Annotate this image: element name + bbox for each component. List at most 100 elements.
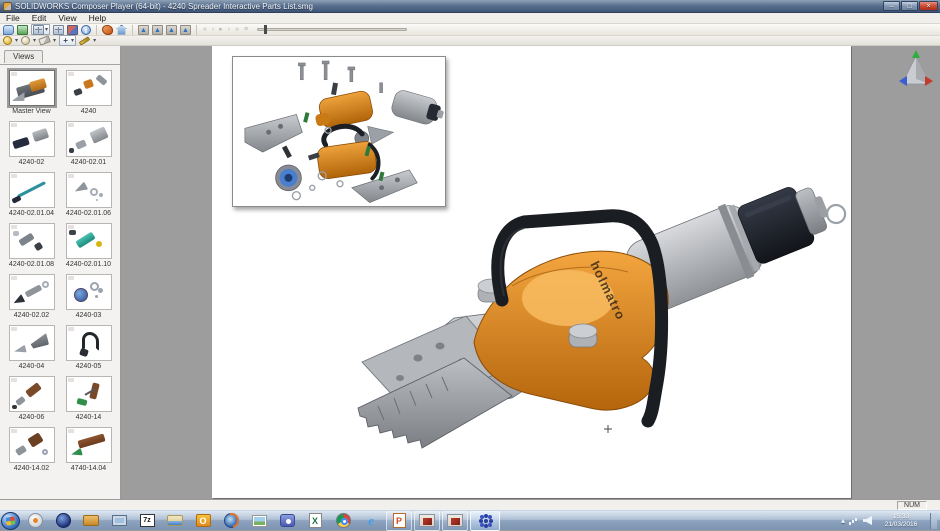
orbit-sphere-icon[interactable] <box>3 36 12 45</box>
eraser-icon[interactable] <box>38 35 51 46</box>
messenger-icon <box>279 514 295 527</box>
publish-icon[interactable] <box>102 24 114 35</box>
tab-views[interactable]: Views <box>4 50 44 63</box>
step-last-icon[interactable]: » <box>234 25 240 35</box>
paste-view-icon[interactable] <box>17 24 28 35</box>
taskbar-excel[interactable]: X <box>302 511 328 531</box>
view-thumb-4240-02-01-04[interactable]: 4240-02.01.04 <box>3 172 60 217</box>
thumbnail-label: 4240-05 <box>75 363 102 370</box>
maximize-button[interactable]: □ <box>901 1 918 11</box>
minimize-button[interactable]: – <box>883 1 900 11</box>
view-thumb-4240-14[interactable]: 4240-14 <box>60 376 117 421</box>
taskbar-media-player[interactable] <box>22 511 48 531</box>
view-thumb-4240-02[interactable]: 4240-02 <box>3 121 60 166</box>
chevron-down-icon[interactable]: ▾ <box>93 36 96 46</box>
chevron-down-icon[interactable]: ▾ <box>15 36 18 46</box>
export-image-3-icon[interactable]: ▲ <box>166 24 178 35</box>
taskbar-web-browser[interactable] <box>50 511 76 531</box>
view-thumb-master-view[interactable]: Master View <box>3 70 60 115</box>
wand-icon[interactable] <box>78 35 91 46</box>
thumbnail-label: 4240-06 <box>18 414 45 421</box>
network-icon[interactable] <box>849 516 859 525</box>
volume-icon[interactable] <box>863 516 872 525</box>
play-icon[interactable]: ▸ <box>218 25 224 35</box>
clock-date: 21/03/2016 <box>884 520 918 528</box>
view-thumb-4240-04[interactable]: 4240-04 <box>3 325 60 370</box>
timeline-handle[interactable] <box>264 25 268 34</box>
menu-help[interactable]: Help <box>83 13 112 23</box>
thumbnail-image <box>8 172 55 208</box>
export-image-icon[interactable]: ▲ <box>138 24 150 35</box>
chevron-down-icon[interactable]: ▾ <box>33 36 36 46</box>
hidden-icons-chevron[interactable]: ▴ <box>841 516 845 526</box>
info-icon[interactable]: i <box>81 24 92 35</box>
view-thumb-4240-06[interactable]: 4240-06 <box>3 376 60 421</box>
chevron-down-icon[interactable]: ▾ <box>53 36 56 46</box>
step-back-icon[interactable]: ‹ <box>211 25 215 35</box>
close-button[interactable]: × <box>919 1 938 11</box>
export-image-4-icon[interactable]: ▲ <box>180 24 192 35</box>
thumbnail-image <box>8 376 55 412</box>
chrome-icon <box>335 513 351 528</box>
taskbar-seven-zip[interactable]: 7z <box>134 511 160 531</box>
export-image-2-icon[interactable]: ▲ <box>152 24 164 35</box>
link-icon[interactable] <box>67 24 79 35</box>
taskbar-internet-explorer[interactable]: e <box>358 511 384 531</box>
taskbar-powerpoint[interactable]: P <box>386 510 412 531</box>
pan-move-dropdown[interactable]: + ▾ <box>59 35 77 46</box>
taskbar-composer-document-2[interactable] <box>442 510 468 531</box>
step-forward-icon[interactable]: › <box>227 25 231 35</box>
view-thumb-4240-02-01-06[interactable]: 4240-02.01.06 <box>60 172 117 217</box>
thumbnail-image <box>8 121 55 157</box>
thumbnail-label: 4240 <box>80 108 97 115</box>
taskbar-chrome[interactable] <box>330 511 356 531</box>
viewport-workspace: holmatro <box>122 46 940 499</box>
comment-icon[interactable] <box>3 24 14 35</box>
view-thumb-4240-02-02[interactable]: 4240-02.02 <box>3 274 60 319</box>
thumb-part <box>26 432 44 448</box>
taskbar-composer-player[interactable] <box>470 510 500 531</box>
end-ring <box>825 203 847 225</box>
taskbar-messenger[interactable] <box>274 511 300 531</box>
thumb-part <box>89 188 98 196</box>
camera-views-dropdown[interactable]: ▾ <box>31 24 51 35</box>
view-thumb-4240-03[interactable]: 4240-03 <box>60 274 117 319</box>
view-thumb-4740-14-04[interactable]: 4740-14.04 <box>60 427 117 472</box>
exploded-view-inset[interactable] <box>232 56 446 207</box>
menu-view[interactable]: View <box>52 13 82 23</box>
composer-document-icon <box>419 514 435 527</box>
step-first-icon[interactable]: « <box>202 25 208 35</box>
view-thumb-4240-02-01-08[interactable]: 4240-02.01.08 <box>3 223 60 268</box>
taskbar-clock[interactable]: 15:33 21/03/2016 <box>876 513 926 529</box>
start-button[interactable] <box>1 511 20 530</box>
multi-pane-icon[interactable] <box>53 24 65 35</box>
view-thumb-4240-02-01[interactable]: 4240-02.01 <box>60 121 117 166</box>
taskbar-outlook[interactable]: O <box>190 511 216 531</box>
taskbar-composer-document-1[interactable] <box>414 510 440 531</box>
menu-edit[interactable]: Edit <box>26 13 53 23</box>
view-thumb-4240[interactable]: 4240 <box>60 70 117 115</box>
render-sphere-icon[interactable] <box>21 36 31 45</box>
thumbnail-label: 4240-02 <box>18 159 45 166</box>
view-thumb-4240-05[interactable]: 4240-05 <box>60 325 117 370</box>
menu-file[interactable]: File <box>0 13 26 23</box>
view-thumb-4240-02-01-10[interactable]: 4240-02.01.10 <box>60 223 117 268</box>
seven-zip-icon: 7z <box>139 514 155 527</box>
timeline-slider[interactable] <box>257 25 408 34</box>
thumbnail-image <box>8 427 55 463</box>
taskbar-folder[interactable] <box>78 511 104 531</box>
taskbar-firefox[interactable] <box>218 511 244 531</box>
pan-move-icon: + <box>63 36 68 45</box>
taskbar-remote-viewer[interactable] <box>106 511 132 531</box>
taskbar-photo-viewer[interactable] <box>246 511 272 531</box>
pivot-pin-rear[interactable] <box>568 323 598 348</box>
view-thumb-4240-14-02[interactable]: 4240-14.02 <box>3 427 60 472</box>
remote-viewer-icon <box>111 515 127 526</box>
taskbar-file-explorer[interactable] <box>162 511 188 531</box>
loop-icon[interactable]: ≡ <box>243 25 249 35</box>
show-desktop-button[interactable] <box>930 512 937 529</box>
home-view-icon[interactable] <box>116 24 128 35</box>
thumbnail-image <box>8 274 55 310</box>
main-3d-canvas[interactable]: holmatro <box>212 46 851 498</box>
orientation-gizmo[interactable] <box>898 49 934 91</box>
